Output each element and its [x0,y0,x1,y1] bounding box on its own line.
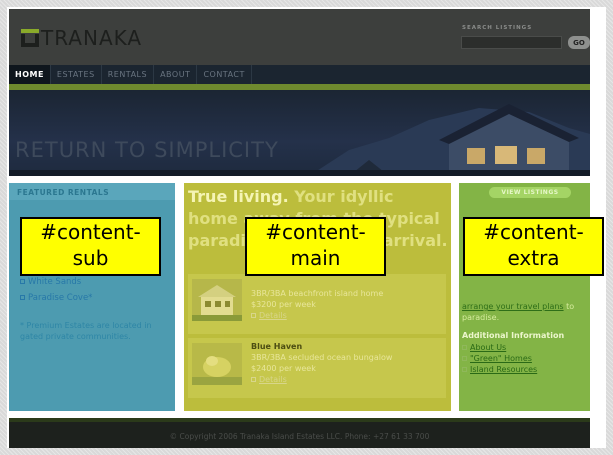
site-header: TRANAKA SEARCH LISTINGS GO [9,9,590,65]
bullet-icon [462,356,467,361]
details-label: Details [259,375,287,384]
details-label: Details [259,311,287,320]
listing-card[interactable]: 3BR/3BA beachfront island home $3200 per… [188,274,446,334]
bullet-icon [462,367,467,372]
listing-photo [192,343,242,385]
nav-item-about[interactable]: ABOUT [154,65,198,84]
details-icon [251,313,256,318]
nav-item-estates[interactable]: ESTATES [51,65,102,84]
hero-tagline: RETURN TO SIMPLICITY [15,138,279,162]
info-link-label: About Us [470,343,507,352]
overlay-label-content-sub: #content- sub [20,217,161,276]
main-heading-strong: True living. [188,187,289,206]
overlay-line: #content- [483,220,584,244]
logo-mark-icon [21,29,39,47]
info-link-green-homes[interactable]: "Green" Homes [462,354,532,363]
overlay-line: sub [72,246,109,270]
nav-item-rentals[interactable]: RENTALS [102,65,155,84]
house-illustration [9,104,590,176]
footer-stripe [9,418,590,422]
footer-copyright: © Copyright 2006 Tranaka Island Estates … [169,432,430,441]
listing-details-link[interactable]: Details [251,311,287,320]
additional-info-heading: Additional Information [462,331,565,340]
nav-item-home[interactable]: HOME [9,65,51,84]
search-label: SEARCH LISTINGS [462,25,533,31]
rental-link-paradise-cove[interactable]: Paradise Cove* [20,293,92,303]
info-link-label: "Green" Homes [470,354,532,363]
listing-desc: 3BR/3BA beachfront island home [251,289,384,298]
overlay-line: #content- [265,220,366,244]
listing-price: $2400 per week [251,364,316,373]
overlay-line: extra [507,246,560,270]
overlay-label-content-main: #content- main [245,217,386,276]
search-input[interactable] [461,36,562,49]
featured-rentals-heading: FEATURED RENTALS [9,183,175,200]
go-button[interactable]: GO [568,36,590,49]
listing-title: Blue Haven [251,342,303,351]
main-nav: HOME ESTATES RENTALS ABOUT CONTACT [9,65,590,84]
listing-price: $3200 per week [251,300,316,309]
logo-text: TRANAKA [41,26,143,50]
rental-link-white-sands[interactable]: White Sands [20,277,81,287]
site-logo[interactable]: TRANAKA [21,26,142,50]
info-link-island-resources[interactable]: Island Resources [462,365,537,374]
rental-link-label: Paradise Cove* [28,293,93,303]
overlay-line: #content- [40,220,141,244]
travel-plans-link[interactable]: arrange your travel plans [462,302,564,311]
overlay-label-content-extra: #content- extra [463,217,604,276]
view-listings-button[interactable]: VIEW LISTINGS [489,187,571,198]
premium-estates-note: * Premium Estates are located in gated p… [20,321,152,341]
overlay-line: main [290,246,341,270]
info-link-about-us[interactable]: About Us [462,343,506,352]
details-icon [251,377,256,382]
listing-desc: 3BR/3BA secluded ocean bungalow [251,353,393,362]
rental-link-label: White Sands [28,277,82,287]
site-footer: © Copyright 2006 Tranaka Island Estates … [9,418,590,448]
nav-item-contact[interactable]: CONTACT [197,65,252,84]
listing-card[interactable]: Blue Haven 3BR/3BA secluded ocean bungal… [188,338,446,398]
info-link-label: Island Resources [470,365,538,374]
bullet-icon [462,345,467,350]
bullet-icon [20,295,25,300]
bullet-icon [20,279,25,284]
listing-photo [192,279,242,321]
listing-details-link[interactable]: Details [251,375,287,384]
travel-plans-text: arrange your travel plans to paradise. [462,301,588,323]
hero-banner: RETURN TO SIMPLICITY [9,90,590,176]
